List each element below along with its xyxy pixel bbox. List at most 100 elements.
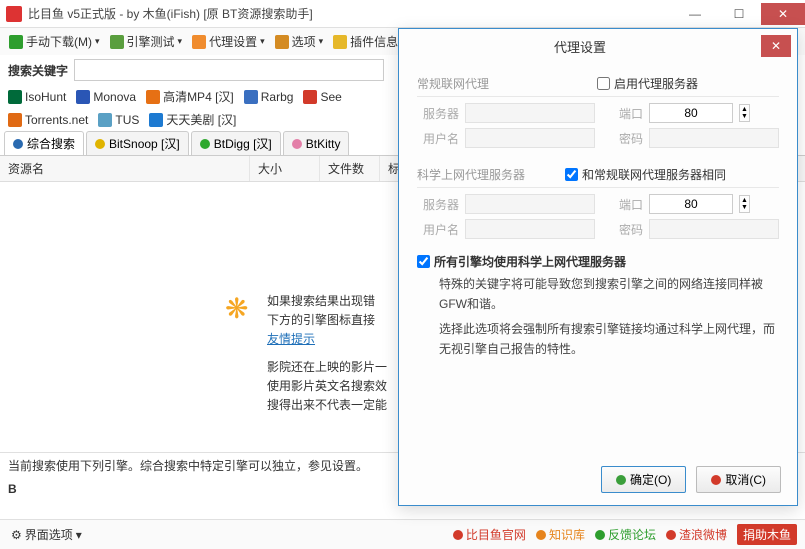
engine-icon — [8, 90, 22, 104]
all-engines-checkbox[interactable]: 所有引擎均使用科学上网代理服务器 — [417, 253, 779, 270]
toolbar-item-1[interactable]: 引擎测试▾ — [107, 31, 186, 52]
ok-icon — [616, 475, 626, 485]
toolbar-icon — [275, 35, 289, 49]
engine-TUS[interactable]: TUS — [94, 112, 143, 128]
engine-icon — [98, 113, 112, 127]
link-label: 渣浪微博 — [679, 526, 727, 543]
ph-line2: 下方的引擎图标直接 — [267, 313, 375, 327]
search-input[interactable] — [74, 59, 384, 81]
server-label-2: 服务器 — [417, 196, 459, 213]
gear-icon: ⚙ — [11, 528, 22, 542]
tab-1[interactable]: BitSnoop [汉] — [86, 131, 189, 155]
maximize-button[interactable]: ☐ — [717, 3, 761, 25]
ok-button[interactable]: 确定(O) — [601, 466, 686, 493]
tab-3[interactable]: BtKitty — [283, 131, 350, 155]
engine-icon — [76, 90, 90, 104]
engine-label: 高清MP4 [汉] — [163, 88, 234, 105]
ui-options-label: 界面选项 — [25, 526, 73, 543]
server-input[interactable] — [465, 103, 595, 123]
pass-label: 密码 — [601, 130, 643, 147]
toolbar-icon — [9, 35, 23, 49]
link-icon — [536, 530, 546, 540]
engine-icon — [149, 113, 163, 127]
col-files[interactable]: 文件数 — [320, 156, 380, 181]
dialog-buttons: 确定(O) 取消(C) — [601, 466, 781, 493]
ui-options-button[interactable]: ⚙ 界面选项 ▾ — [8, 524, 85, 545]
engine-高清MP4 [汉][interactable]: 高清MP4 [汉] — [142, 87, 238, 106]
toolbar-label: 选项 — [292, 33, 316, 50]
engine-label: Rarbg — [261, 90, 294, 104]
toolbar-item-0[interactable]: 手动下载(M)▾ — [6, 31, 103, 52]
tab-label: BtKitty — [306, 137, 341, 151]
engine-IsoHunt[interactable]: IsoHunt — [4, 89, 70, 105]
engine-天天美剧 [汉][interactable]: 天天美剧 [汉] — [145, 110, 240, 129]
toolbar-icon — [110, 35, 124, 49]
search-label: 搜索关键字 — [8, 62, 68, 79]
dropdown-icon: ▾ — [260, 36, 265, 47]
cancel-button[interactable]: 取消(C) — [696, 466, 781, 493]
link-渣浪微博[interactable]: 渣浪微博 — [666, 526, 727, 543]
pass-input[interactable] — [649, 128, 779, 148]
minimize-button[interactable]: — — [673, 3, 717, 25]
dialog-close-button[interactable]: ✕ — [761, 35, 791, 57]
dropdown-icon: ▾ — [178, 36, 183, 47]
enable-proxy-input[interactable] — [597, 77, 610, 90]
engine-icon — [303, 90, 317, 104]
link-label: 反馈论坛 — [608, 526, 656, 543]
port-label-2: 端口 — [601, 196, 643, 213]
toolbar-icon — [192, 35, 206, 49]
pass-input-2[interactable] — [649, 219, 779, 239]
col-name[interactable]: 资源名 — [0, 156, 250, 181]
toolbar-item-3[interactable]: 选项▾ — [272, 31, 327, 52]
engine-Torrents.net[interactable]: Torrents.net — [4, 112, 92, 128]
engine-Rarbg[interactable]: Rarbg — [240, 89, 298, 105]
engine-Monova[interactable]: Monova — [72, 89, 140, 105]
app-icon — [6, 6, 22, 22]
engine-See[interactable]: See — [299, 89, 345, 105]
link-反馈论坛[interactable]: 反馈论坛 — [595, 526, 656, 543]
server-input-2[interactable] — [465, 194, 595, 214]
science-proxy-group: 科学上网代理服务器 和常规联网代理服务器相同 服务器 端口 ▲▼ 用户名 密码 — [417, 162, 779, 239]
tab-icon — [292, 139, 302, 149]
tab-icon — [95, 139, 105, 149]
engine-label: Torrents.net — [25, 113, 88, 127]
user-input[interactable] — [465, 128, 595, 148]
engine-label: Monova — [93, 90, 136, 104]
normal-proxy-group: 常规联网代理 启用代理服务器 服务器 端口 ▲▼ 用户名 密码 — [417, 71, 779, 148]
same-as-normal-checkbox[interactable]: 和常规联网代理服务器相同 — [565, 166, 726, 183]
port-input[interactable] — [649, 103, 733, 123]
tab-label: BtDigg [汉] — [214, 135, 272, 152]
toolbar-item-2[interactable]: 代理设置▾ — [189, 31, 268, 52]
science-proxy-legend: 科学上网代理服务器 — [417, 162, 525, 187]
port-input-2[interactable] — [649, 194, 733, 214]
same-as-normal-input[interactable] — [565, 168, 578, 181]
tab-0[interactable]: 综合搜索 — [4, 131, 84, 155]
tab-label: 综合搜索 — [27, 135, 75, 152]
toolbar-item-4[interactable]: 插件信息▾ — [330, 31, 409, 52]
close-button[interactable]: ✕ — [761, 3, 805, 25]
tab-icon — [13, 139, 23, 149]
tab-2[interactable]: BtDigg [汉] — [191, 131, 281, 155]
engine-label: IsoHunt — [25, 90, 66, 104]
link-知识库[interactable]: 知识库 — [536, 526, 585, 543]
ph-line1: 如果搜索结果出现错 — [267, 292, 387, 311]
dialog-note-2: 选择此选项将会强制所有搜索引擎链接均通过科学上网代理，而无视引擎自己报告的特性。 — [417, 315, 779, 360]
port-spinner-2[interactable]: ▲▼ — [739, 195, 750, 213]
toolbar-label: 插件信息 — [350, 33, 398, 50]
ph-line3: 影院还在上映的影片一 — [267, 358, 387, 377]
dropdown-icon: ▾ — [76, 528, 82, 542]
enable-proxy-checkbox[interactable]: 启用代理服务器 — [597, 75, 698, 92]
ph-line4: 使用影片英文名搜索效 — [267, 377, 387, 396]
link-比目鱼官网[interactable]: 比目鱼官网 — [453, 526, 526, 543]
user-label: 用户名 — [417, 130, 459, 147]
link-label: 知识库 — [549, 526, 585, 543]
normal-proxy-legend: 常规联网代理 — [417, 71, 489, 96]
donate-button[interactable]: 捐助木鱼 — [737, 524, 797, 545]
user-input-2[interactable] — [465, 219, 595, 239]
port-spinner[interactable]: ▲▼ — [739, 104, 750, 122]
all-engines-input[interactable] — [417, 255, 430, 268]
placeholder-message: ❋ 如果搜索结果出现错 下方的引擎图标直接 友情提示 影院还在上映的影片一 使用… — [225, 292, 387, 415]
friendly-tip-link[interactable]: 友情提示 — [267, 332, 315, 346]
col-size[interactable]: 大小 — [250, 156, 320, 181]
link-icon — [666, 530, 676, 540]
